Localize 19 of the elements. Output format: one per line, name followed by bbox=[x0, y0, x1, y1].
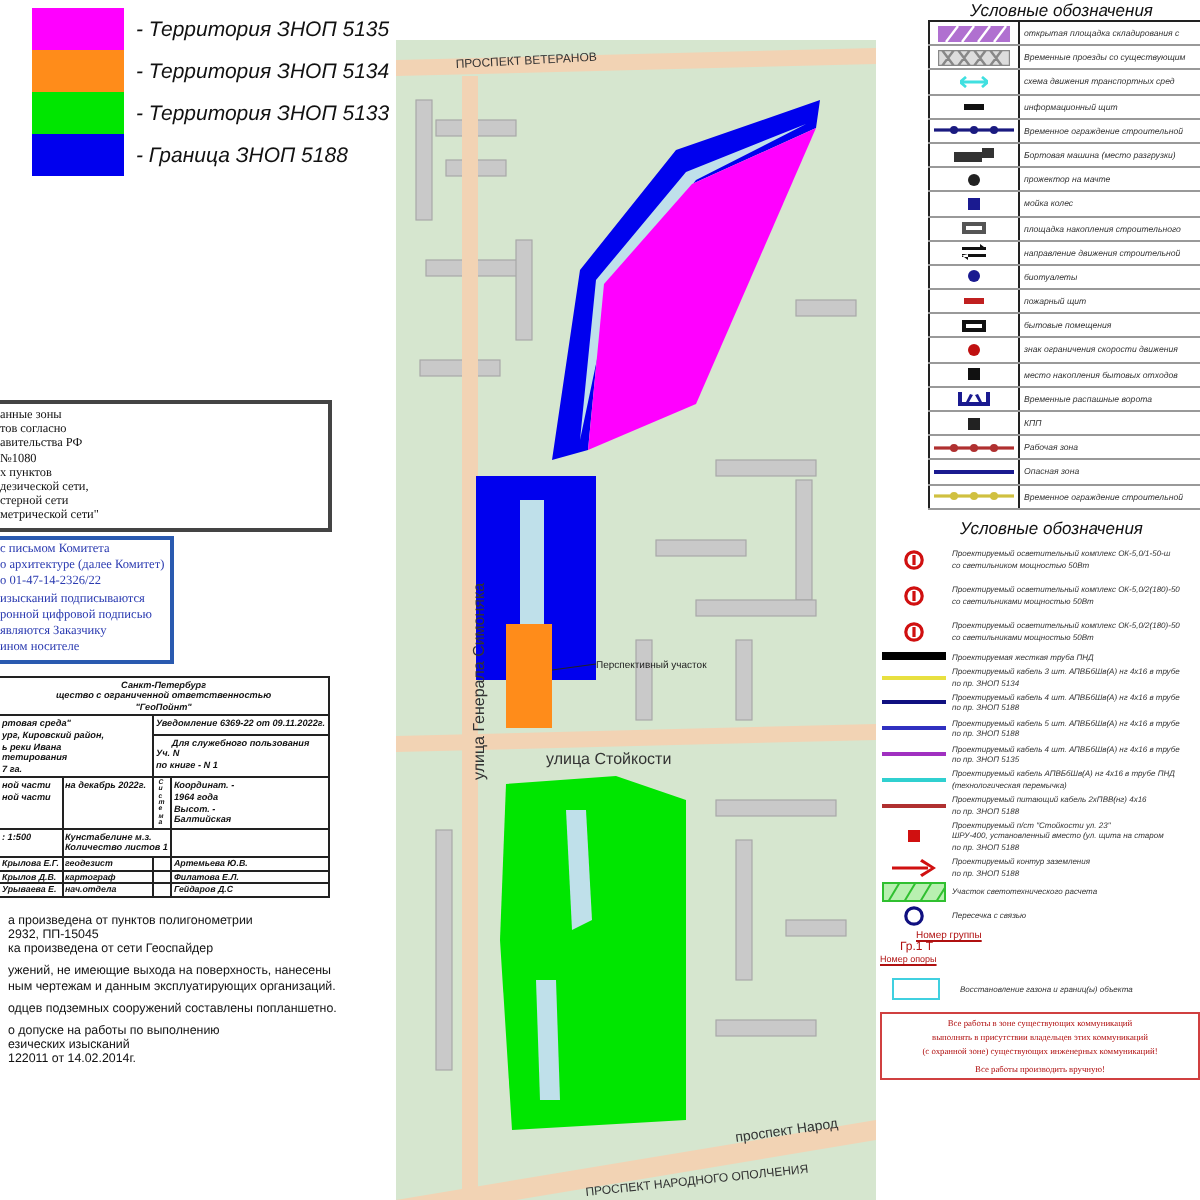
building bbox=[715, 799, 837, 817]
legend-title: Условные обозначения bbox=[958, 517, 1145, 538]
street-label: улица Стойкости bbox=[546, 750, 672, 768]
legend-label: - Территория ЗНОП 5133 bbox=[136, 101, 390, 125]
building bbox=[785, 919, 847, 937]
street-label: улица Генерала Симоняка bbox=[470, 582, 488, 780]
leader-line bbox=[551, 663, 597, 671]
zone-area bbox=[506, 624, 552, 728]
building bbox=[735, 839, 753, 981]
pond bbox=[566, 810, 592, 930]
legend-label: - Территория ЗНОП 5134 bbox=[136, 59, 390, 83]
building bbox=[655, 539, 747, 557]
building bbox=[715, 1019, 817, 1037]
pond bbox=[536, 980, 560, 1100]
legend-label: - Граница ЗНОП 5188 bbox=[136, 143, 348, 167]
building bbox=[795, 299, 857, 317]
legend-title: Условные обозначения bbox=[968, 0, 1155, 20]
legend-label: - Территория ЗНОП 5135 bbox=[136, 17, 390, 41]
building bbox=[735, 639, 753, 721]
